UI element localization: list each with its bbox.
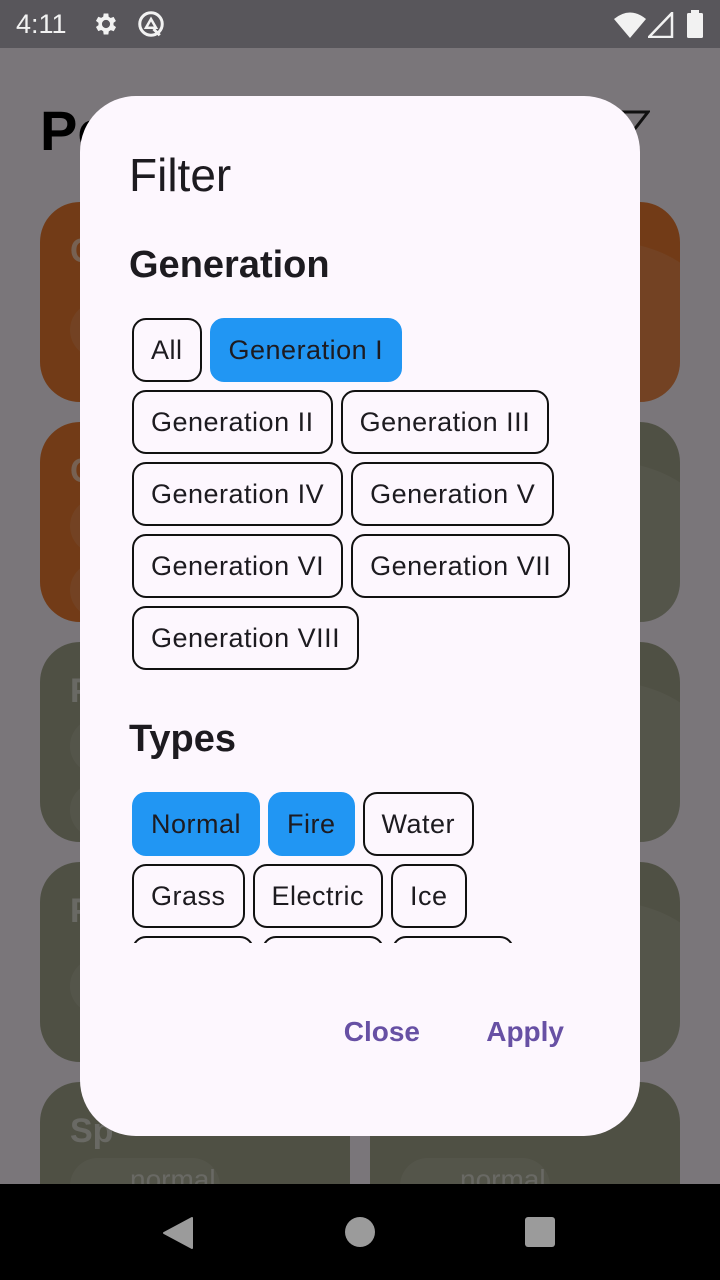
chip-clipped[interactable] [262,936,384,943]
filter-dialog: Filter Generation All Generation I Generat… [80,96,640,1136]
back-icon[interactable] [162,1216,194,1250]
wifi-icon [614,12,646,38]
chip-clipped[interactable] [132,936,254,943]
status-time: 4:11 [16,9,67,39]
close-button[interactable]: Close [344,1016,420,1048]
chip-generation-vi[interactable]: Generation VI [132,534,344,598]
chip-ice[interactable]: Ice [391,864,467,928]
chip-generation-i[interactable]: Generation I [209,318,403,382]
cell-signal-icon [648,12,674,38]
types-section-title: Types [129,718,237,760]
generation-chip-group: All Generation I Generation II Generation I… [132,318,592,670]
chip-all[interactable]: All [132,318,202,382]
chip-electric[interactable]: Electric [252,864,384,928]
home-icon[interactable] [344,1216,376,1248]
chip-normal[interactable]: Normal [132,792,261,856]
status-bar: 4:11 [0,0,720,48]
settings-gear-icon [95,13,117,35]
filter-scroll-area[interactable]: Generation All Generation I Generation II G… [128,236,598,943]
chip-generation-vii[interactable]: Generation VII [351,534,571,598]
chip-generation-iii[interactable]: Generation III [340,390,550,454]
battery-icon [687,10,703,38]
data-saver-icon [138,11,164,37]
chip-generation-ii[interactable]: Generation II [132,390,333,454]
chip-water[interactable]: Water [362,792,475,856]
chip-generation-v[interactable]: Generation V [351,462,555,526]
chip-generation-viii[interactable]: Generation VIII [132,606,360,670]
chip-generation-iv[interactable]: Generation IV [132,462,344,526]
chip-clipped[interactable] [392,936,514,943]
dialog-title: Filter [129,149,232,201]
generation-section-title: Generation [129,244,330,286]
chip-grass[interactable]: Grass [132,864,245,928]
chip-fire[interactable]: Fire [268,792,355,856]
recents-icon[interactable] [524,1216,556,1248]
types-chip-group: Normal Fire Water Grass Electric Ice [132,792,592,943]
navigation-bar [0,1184,720,1280]
apply-button[interactable]: Apply [486,1016,564,1048]
